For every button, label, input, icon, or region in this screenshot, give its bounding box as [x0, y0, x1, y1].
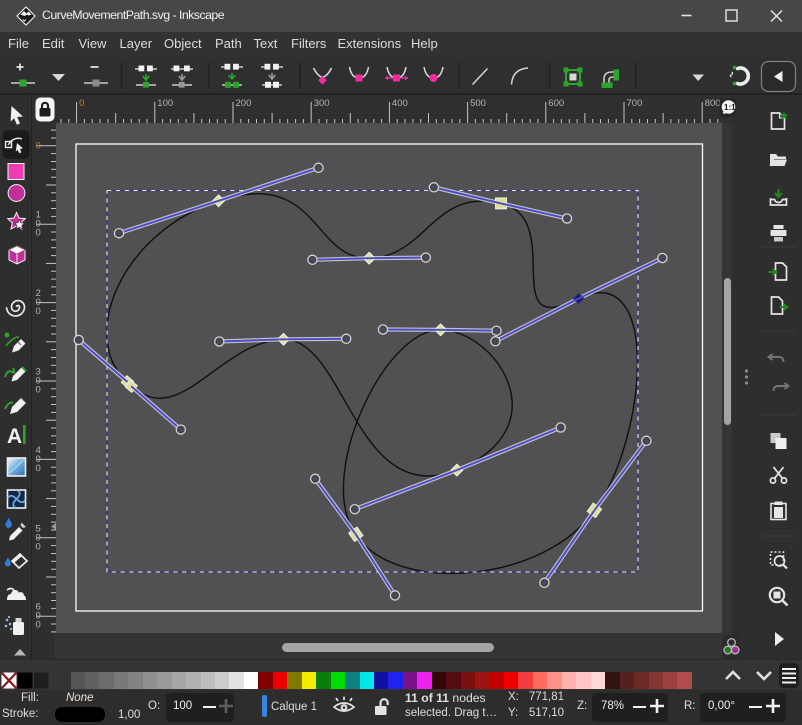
svg-text:600: 600 [548, 98, 564, 109]
svg-text:0: 0 [36, 620, 41, 631]
svg-text:0: 0 [79, 98, 84, 109]
svg-text:100: 100 [157, 98, 173, 109]
svg-text:0: 0 [36, 541, 41, 552]
svg-text:500: 500 [470, 98, 486, 109]
svg-text:200: 200 [236, 98, 252, 109]
svg-text:0: 0 [36, 228, 41, 239]
svg-text:0: 0 [36, 463, 41, 474]
svg-text:0: 0 [36, 385, 41, 396]
svg-text:0: 0 [36, 140, 41, 151]
svg-text:400: 400 [392, 98, 408, 109]
svg-text:300: 300 [314, 98, 330, 109]
svg-text:0: 0 [36, 306, 41, 317]
svg-text:700: 700 [627, 98, 643, 109]
svg-text:1:1: 1:1 [724, 103, 736, 112]
svg-text:A: A [7, 425, 22, 448]
